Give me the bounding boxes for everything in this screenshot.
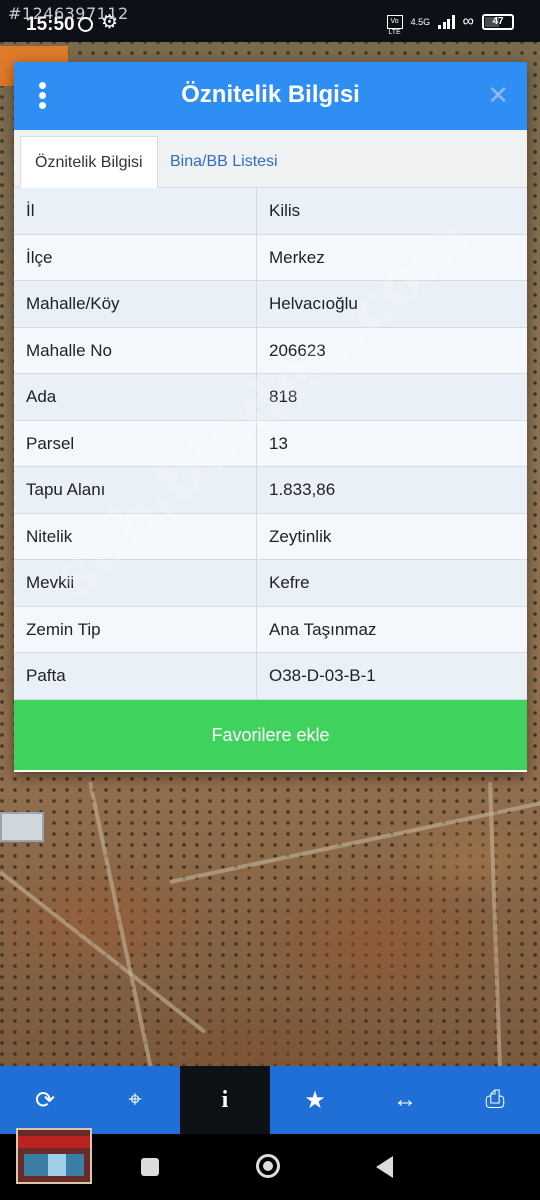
attr-value: Merkez — [257, 234, 527, 280]
volte-icon: Vo LTE — [386, 15, 403, 36]
close-icon[interactable]: ✕ — [487, 80, 509, 111]
table-row: Parsel 13 — [14, 420, 527, 467]
network-type: 4.5G — [410, 16, 431, 27]
attr-key: Pafta — [14, 653, 257, 699]
attr-value: O38-D-03-B-1 — [257, 653, 527, 699]
tab-attribute-info[interactable]: Öznitelik Bilgisi — [20, 136, 158, 188]
hotspot-icon: ∞ — [462, 13, 474, 30]
home-button[interactable] — [256, 1154, 280, 1178]
attr-value: Kilis — [257, 188, 527, 234]
table-row: Ada 818 — [14, 374, 527, 421]
table-row: Pafta O38-D-03-B-1 — [14, 653, 527, 700]
attribute-dialog: Öznitelik Bilgisi ✕ Öznitelik Bilgisi Bi… — [14, 62, 527, 772]
bottom-toolbar: ⟳ ⌖ i ★ ↔ ⎙ — [0, 1066, 540, 1134]
refresh-icon[interactable]: ⟳ — [0, 1066, 90, 1134]
info-icon[interactable]: i — [180, 1066, 270, 1134]
attr-value: Ana Taşınmaz — [257, 606, 527, 652]
battery-icon: 47 — [482, 14, 514, 30]
table-row: Zemin Tip Ana Taşınmaz — [14, 606, 527, 653]
attr-value: 818 — [257, 374, 527, 420]
attr-key: Nitelik — [14, 513, 257, 559]
table-row: İl Kilis — [14, 188, 527, 235]
attr-key: İl — [14, 188, 257, 234]
signal-icon — [438, 15, 455, 29]
table-row: Nitelik Zeytinlik — [14, 513, 527, 560]
image-id-watermark: #1246397112 — [8, 4, 129, 23]
attr-key: İlçe — [14, 234, 257, 280]
tab-building-list[interactable]: Bina/BB Listesi — [156, 136, 292, 188]
attr-key: Mahalle No — [14, 327, 257, 373]
attr-value: Zeytinlik — [257, 513, 527, 559]
seller-logo — [16, 1128, 92, 1184]
recents-button[interactable] — [141, 1158, 159, 1176]
attr-value: Helvacıoğlu — [257, 281, 527, 327]
attr-value: 1.833,86 — [257, 467, 527, 513]
attr-value: 13 — [257, 420, 527, 466]
print-icon[interactable]: ⎙ — [450, 1066, 540, 1134]
table-row: İlçe Merkez — [14, 234, 527, 281]
attr-value: 206623 — [257, 327, 527, 373]
dialog-header: Öznitelik Bilgisi ✕ — [14, 62, 527, 130]
table-row: Mahalle No 206623 — [14, 327, 527, 374]
measure-icon[interactable]: ↔ — [360, 1066, 450, 1134]
table-row: Tapu Alanı 1.833,86 — [14, 467, 527, 514]
battery-level: 47 — [492, 16, 504, 27]
attribute-table: İl Kilis İlçe Merkez Mahalle/Köy Helvacıoğl… — [14, 188, 527, 700]
attr-key: Tapu Alanı — [14, 467, 257, 513]
star-icon[interactable]: ★ — [270, 1066, 360, 1134]
back-button[interactable] — [376, 1156, 393, 1178]
attr-key: Ada — [14, 374, 257, 420]
attr-value: Kefre — [257, 560, 527, 606]
attr-key: Parsel — [14, 420, 257, 466]
tab-bar: Öznitelik Bilgisi Bina/BB Listesi — [14, 130, 527, 188]
attr-key: Mahalle/Köy — [14, 281, 257, 327]
table-row: Mevkii Kefre — [14, 560, 527, 607]
dialog-title: Öznitelik Bilgisi — [181, 81, 360, 108]
attr-key: Mevkii — [14, 560, 257, 606]
add-favorite-button[interactable]: Favorilere ekle — [14, 700, 527, 770]
locate-icon[interactable]: ⌖ — [90, 1066, 180, 1134]
map-building — [0, 812, 44, 842]
attr-key: Zemin Tip — [14, 606, 257, 652]
table-row: Mahalle/Köy Helvacıoğlu — [14, 281, 527, 328]
